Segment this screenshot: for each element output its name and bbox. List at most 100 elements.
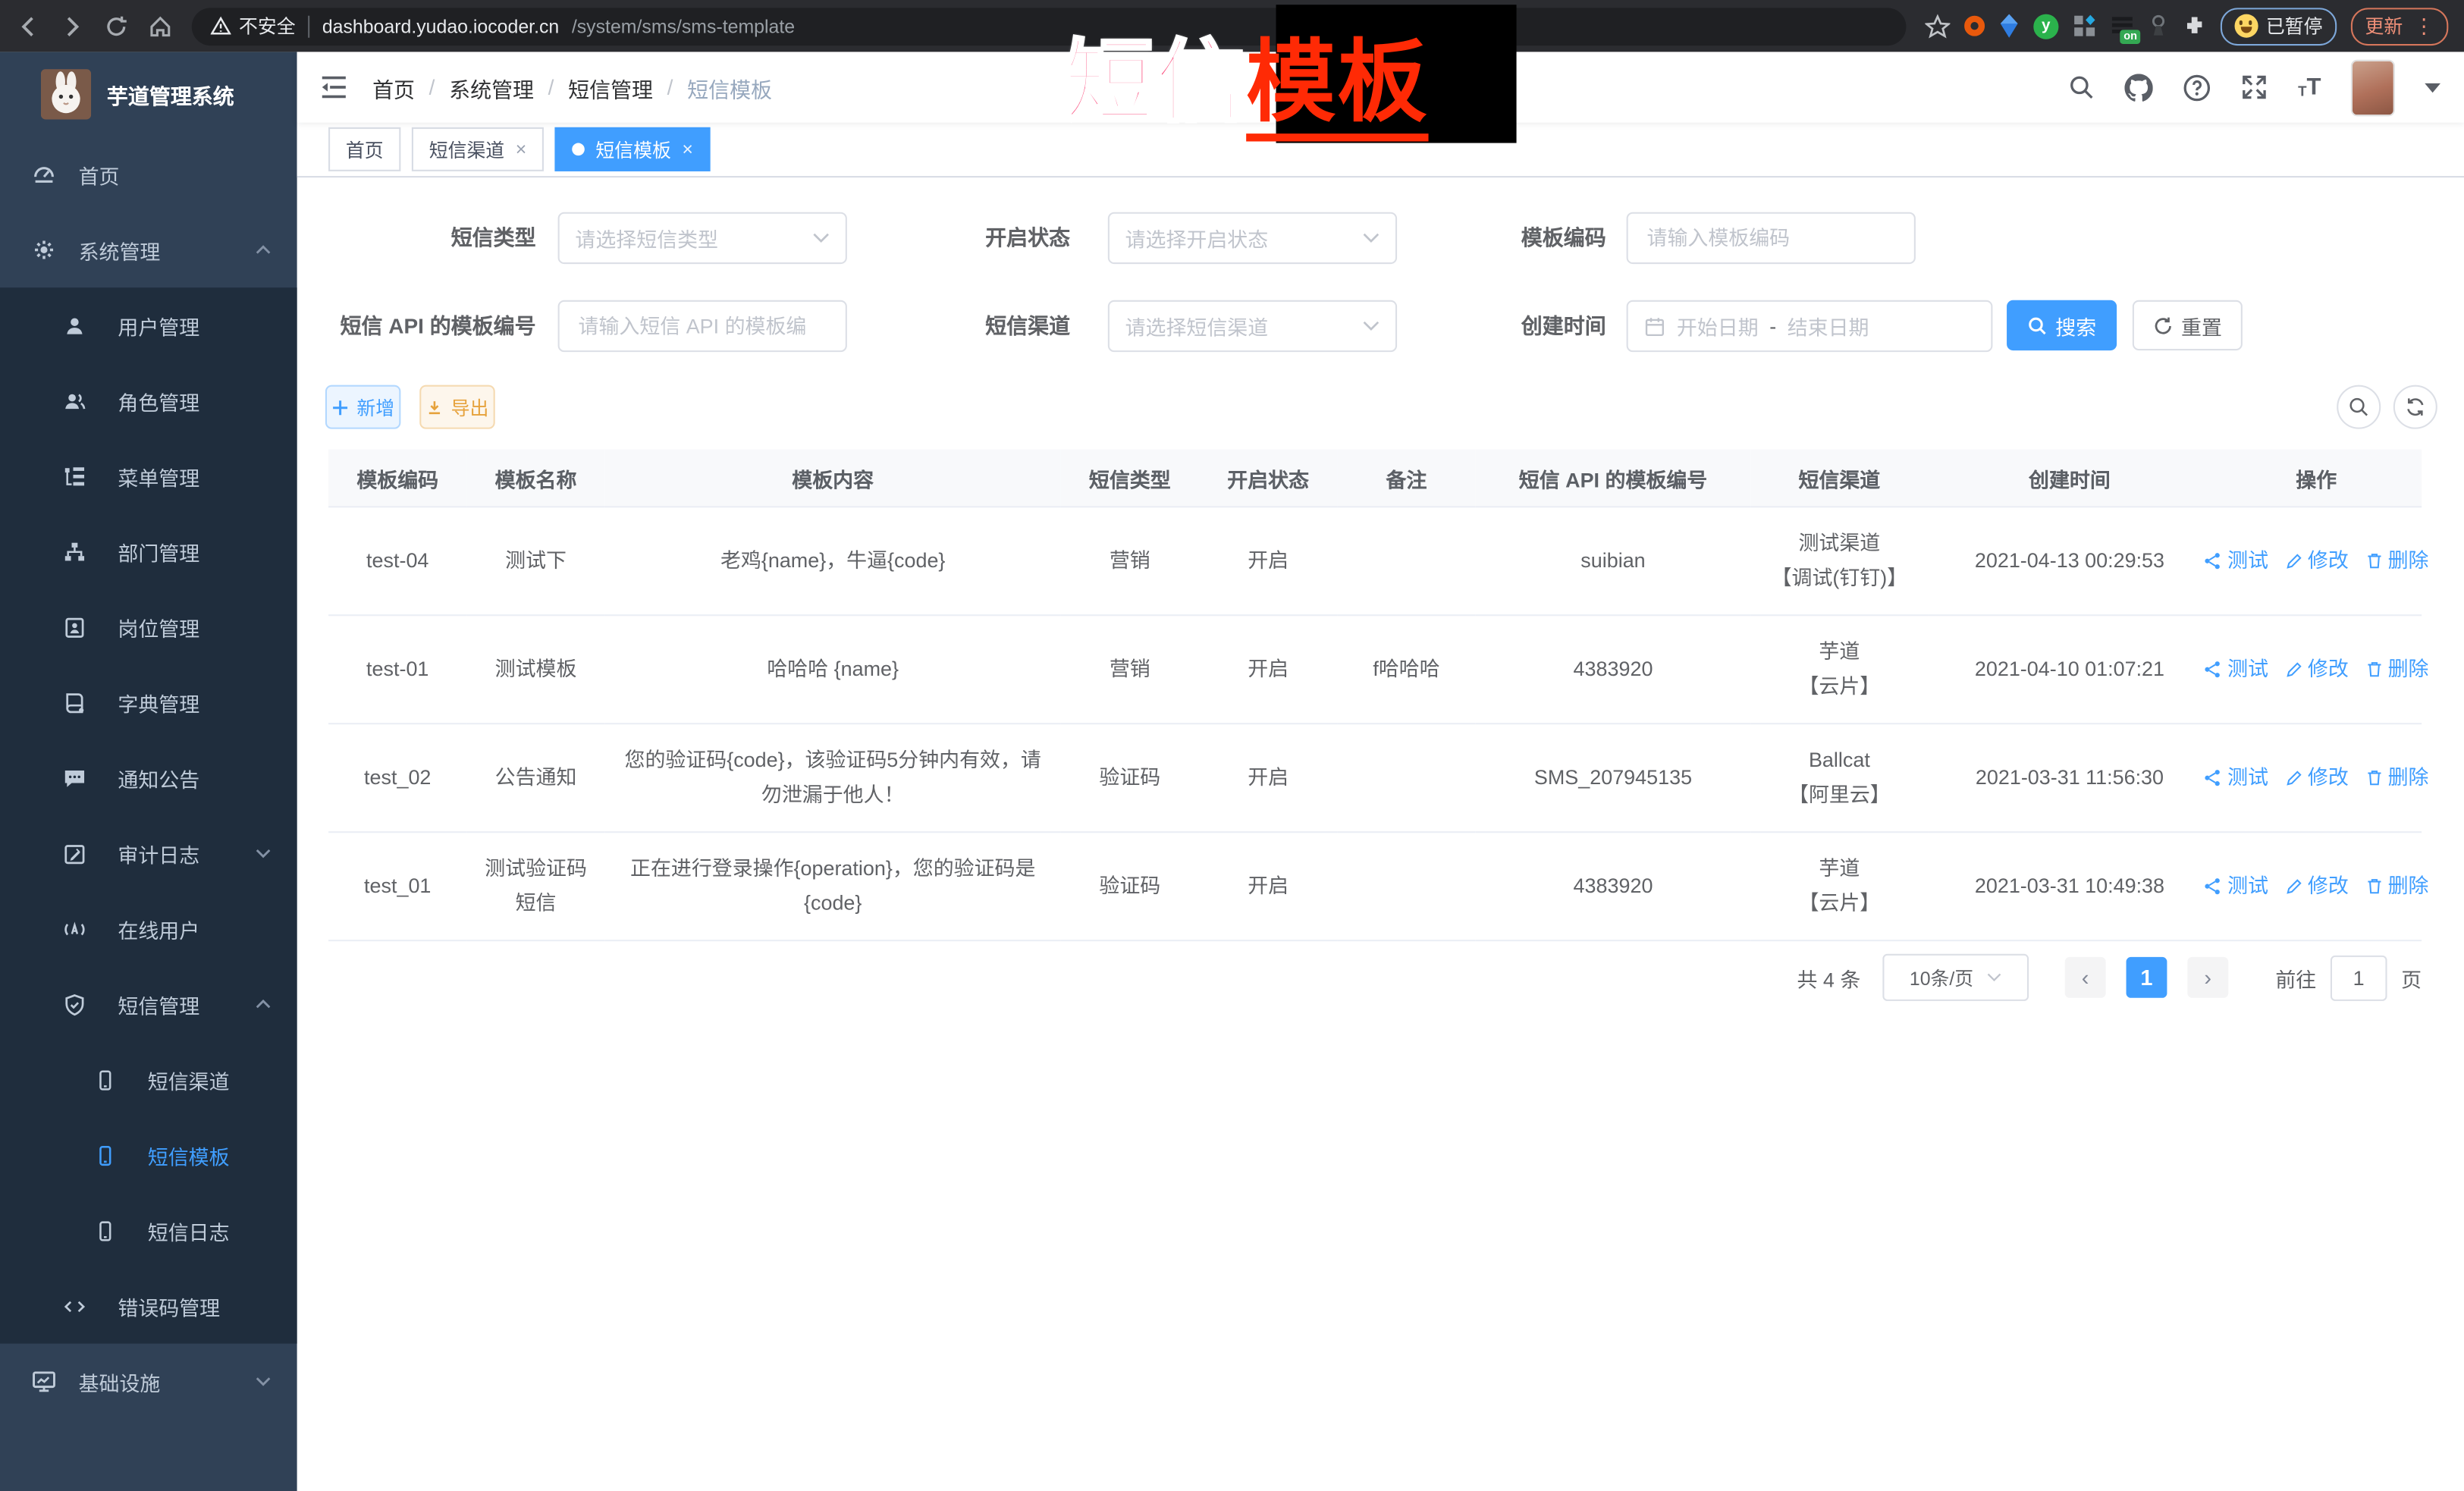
sidebar-submenu-system: 用户管理 角色管理 菜单管理 部门管理 岗位管理 字典管理 [0,287,297,1343]
share-icon [2204,877,2223,896]
sms-type-select[interactable]: 请选择短信类型 [558,212,847,264]
channel-select[interactable]: 请选择短信渠道 [1108,300,1397,352]
sidebar-item-label: 角色管理 [118,386,199,416]
table-row[interactable]: test-04 测试下 老鸡{name}，牛逼{code} 营销 开启 suib… [328,507,2422,615]
security-warning[interactable]: 不安全 [211,13,296,39]
template-code-input[interactable] [1643,224,1898,251]
action-test-link[interactable]: 测试 [2204,544,2268,579]
api-template-id-input[interactable] [575,312,830,339]
address-bar[interactable]: 不安全 dashboard.yudao.iocoder.cn/system/sm… [192,7,1907,45]
ext-puzzle-icon[interactable] [2183,14,2206,38]
action-edit-link[interactable]: 修改 [2284,544,2349,579]
prev-page-button[interactable]: ‹ [2065,957,2106,998]
app-title: 芋道管理系统 [107,79,234,110]
ext-blue-gem-icon[interactable] [1999,14,2020,38]
sidebar-fold-icon[interactable] [321,75,347,99]
tab-sms-template[interactable]: 短信模板 × [555,127,711,171]
action-delete-link[interactable]: 删除 [2365,652,2429,687]
col-header: 短信 API 的模板编号 [1476,450,1751,507]
table-search-toggle-button[interactable] [2337,385,2381,429]
reload-icon[interactable] [104,14,129,39]
action-edit-link[interactable]: 修改 [2284,761,2349,796]
table-row[interactable]: test-01 测试模板 哈哈哈 {name} 营销 开启 f哈哈哈 43839… [328,615,2422,724]
ext-green-v-icon[interactable]: y [2033,14,2058,39]
sidebar-item-notice[interactable]: 通知公告 [0,740,297,815]
sidebar-item-label: 岗位管理 [118,612,199,642]
sidebar-item-home[interactable]: 首页 [0,137,297,212]
sidebar-item-sms-template[interactable]: 短信模板 [0,1117,297,1192]
sidebar-item-audit-log[interactable]: 审计日志 [0,815,297,890]
add-button[interactable]: 新增 [325,385,400,429]
browser-menu-icon[interactable]: ⋮ [2414,14,2434,39]
ext-grid-icon[interactable] [2073,14,2096,38]
sidebar-item-posts[interactable]: 岗位管理 [0,589,297,664]
sidebar-item-label: 字典管理 [118,688,199,717]
tab-sms-channel[interactable]: 短信渠道 × [412,127,544,171]
annotation-pink-text: 短信 [1064,33,1246,134]
status-select[interactable]: 请选择开启状态 [1108,212,1397,264]
goto-page-input[interactable] [2331,955,2387,1000]
sidebar-item-sms-log[interactable]: 短信日志 [0,1193,297,1268]
col-header: 模板内容 [605,450,1061,507]
table-row[interactable]: test_01 测试验证码短信 正在进行登录操作{operation}，您的验证… [328,832,2422,940]
sidebar-item-menus[interactable]: 菜单管理 [0,438,297,513]
action-delete-link[interactable]: 删除 [2365,869,2429,904]
phone-icon [94,1219,116,1242]
action-test-link[interactable]: 测试 [2204,652,2268,687]
page-size-select[interactable]: 10条/页 [1882,954,2029,1001]
action-edit-link[interactable]: 修改 [2284,869,2349,904]
sidebar-item-sms[interactable]: 短信管理 [0,966,297,1041]
breadcrumb-home[interactable]: 首页 [372,71,415,102]
update-button[interactable]: 更新 ⋮ [2351,7,2449,45]
help-icon[interactable] [2183,73,2211,101]
table-refresh-button[interactable] [2393,385,2437,429]
action-test-link[interactable]: 测试 [2204,761,2268,796]
tab-home[interactable]: 首页 [328,127,400,171]
sidebar-item-system[interactable]: 系统管理 [0,212,297,287]
home-icon[interactable] [148,14,173,39]
action-delete-link[interactable]: 删除 [2365,544,2429,579]
cell-code: test-01 [328,615,466,724]
sidebar-item-dict[interactable]: 字典管理 [0,664,297,739]
fullscreen-icon[interactable] [2241,74,2268,100]
chevron-down-icon [812,233,830,244]
sidebar-item-users[interactable]: 用户管理 [0,287,297,363]
github-icon[interactable] [2125,73,2153,101]
breadcrumb-system[interactable]: 系统管理 [449,71,534,102]
ext-orange-ring-icon[interactable] [1964,16,1985,36]
reset-button[interactable]: 重置 [2133,300,2243,350]
action-delete-link[interactable]: 删除 [2365,761,2429,796]
search-button[interactable]: 搜索 [2007,300,2117,350]
sidebar-item-roles[interactable]: 角色管理 [0,363,297,438]
cell-content: 正在进行登录操作{operation}，您的验证码是{code} [605,832,1061,940]
sidebar-item-online-users[interactable]: 在线用户 [0,891,297,966]
ext-tampermonkey-icon[interactable]: on [2111,16,2134,36]
ext-tool-icon[interactable] [2148,14,2168,38]
cell-status: 开启 [1199,724,1337,832]
user-avatar[interactable] [2351,59,2395,116]
sidebar-item-infrastructure[interactable]: 基础设施 [0,1344,297,1419]
bookmark-star-icon[interactable] [1925,14,1950,39]
breadcrumb-sms[interactable]: 短信管理 [568,71,653,102]
tab-close-icon[interactable]: × [516,138,527,160]
sidebar-item-label: 审计日志 [118,838,199,868]
cell-api-id: suibian [1476,507,1751,615]
page-1-button[interactable]: 1 [2126,957,2167,998]
profile-paused-pill[interactable]: 已暂停 [2221,7,2337,45]
export-button[interactable]: 导出 [419,385,494,429]
sidebar-item-sms-channel[interactable]: 短信渠道 [0,1042,297,1117]
avatar-caret-down-icon[interactable] [2425,83,2440,92]
search-icon[interactable] [2069,74,2095,100]
next-page-button[interactable]: › [2187,957,2228,998]
action-test-link[interactable]: 测试 [2204,869,2268,904]
back-icon[interactable] [16,14,41,39]
tab-close-icon[interactable]: × [682,138,693,160]
forward-icon[interactable] [60,14,85,39]
action-edit-link[interactable]: 修改 [2284,652,2349,687]
sidebar-item-departments[interactable]: 部门管理 [0,514,297,589]
sidebar-item-error-code[interactable]: 错误码管理 [0,1268,297,1343]
font-size-icon[interactable]: TT [2298,75,2321,99]
date-range-picker[interactable]: 开始日期 - 结束日期 [1627,300,1993,352]
table-row[interactable]: test_02 公告通知 您的验证码{code}，该验证码5分钟内有效，请勿泄漏… [328,724,2422,832]
cell-api-id: 4383920 [1476,615,1751,724]
